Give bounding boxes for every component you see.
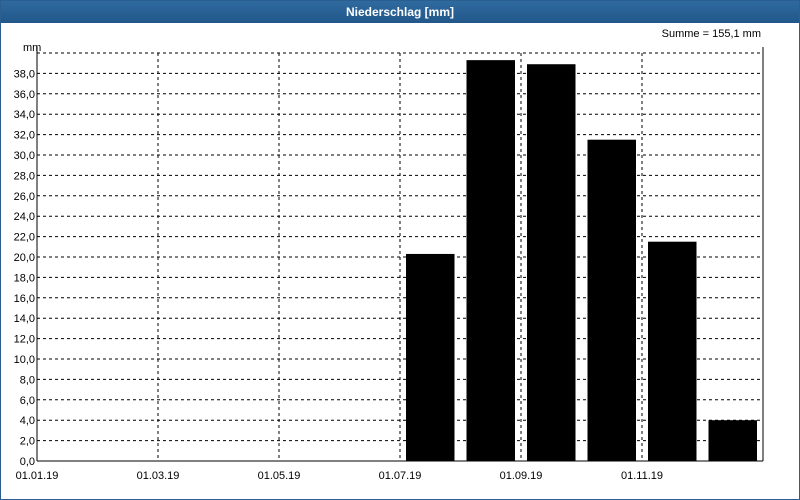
y-tick-label: 6,0 bbox=[20, 395, 35, 407]
x-tick-label: 01.01.19 bbox=[16, 470, 59, 482]
y-tick-label: 16,0 bbox=[14, 293, 35, 305]
y-tick-label: 24,0 bbox=[14, 211, 35, 223]
bar bbox=[648, 241, 697, 461]
bar bbox=[466, 60, 515, 461]
x-tick-label: 01.03.19 bbox=[137, 470, 180, 482]
bar bbox=[708, 420, 757, 461]
bar bbox=[406, 253, 455, 461]
y-tick-label: 2,0 bbox=[20, 436, 35, 448]
bar bbox=[527, 64, 576, 461]
y-tick-label: 14,0 bbox=[14, 313, 35, 325]
y-tick-label: 10,0 bbox=[14, 354, 35, 366]
y-tick-label: 8,0 bbox=[20, 374, 35, 386]
chart-window: Niederschlag [mm] mm Summe = 155,1 mm 0,… bbox=[0, 0, 800, 500]
x-tick-label: 01.09.19 bbox=[500, 470, 543, 482]
y-tick-label: 28,0 bbox=[14, 170, 35, 182]
y-tick-label: 38,0 bbox=[14, 68, 35, 80]
y-tick-label: 18,0 bbox=[14, 272, 35, 284]
y-tick-label: 4,0 bbox=[20, 415, 35, 427]
x-tick-label: 01.11.19 bbox=[621, 470, 663, 482]
precipitation-chart: mm Summe = 155,1 mm 0,0 2,0 4,0 6,0 8,0 10,0 1… bbox=[14, 28, 764, 482]
x-tick-label: 01.05.19 bbox=[258, 470, 301, 482]
y-tick-label: 36,0 bbox=[14, 89, 35, 101]
bar bbox=[587, 139, 636, 461]
y-tick-label: 30,0 bbox=[14, 150, 35, 162]
y-axis-unit-label: mm bbox=[23, 42, 41, 54]
y-tick-label: 22,0 bbox=[14, 232, 35, 244]
y-tick-label: 20,0 bbox=[14, 252, 35, 264]
sum-label: Summe = 155,1 mm bbox=[662, 28, 761, 40]
window-title: Niederschlag [mm] bbox=[1, 1, 799, 23]
y-tick-label: 34,0 bbox=[14, 109, 35, 121]
y-tick-label: 0,0 bbox=[20, 456, 35, 468]
y-tick-label: 12,0 bbox=[14, 334, 35, 346]
y-tick-label: 26,0 bbox=[14, 191, 35, 203]
x-tick-label: 01.07.19 bbox=[379, 470, 422, 482]
y-tick-label: 32,0 bbox=[14, 130, 35, 142]
